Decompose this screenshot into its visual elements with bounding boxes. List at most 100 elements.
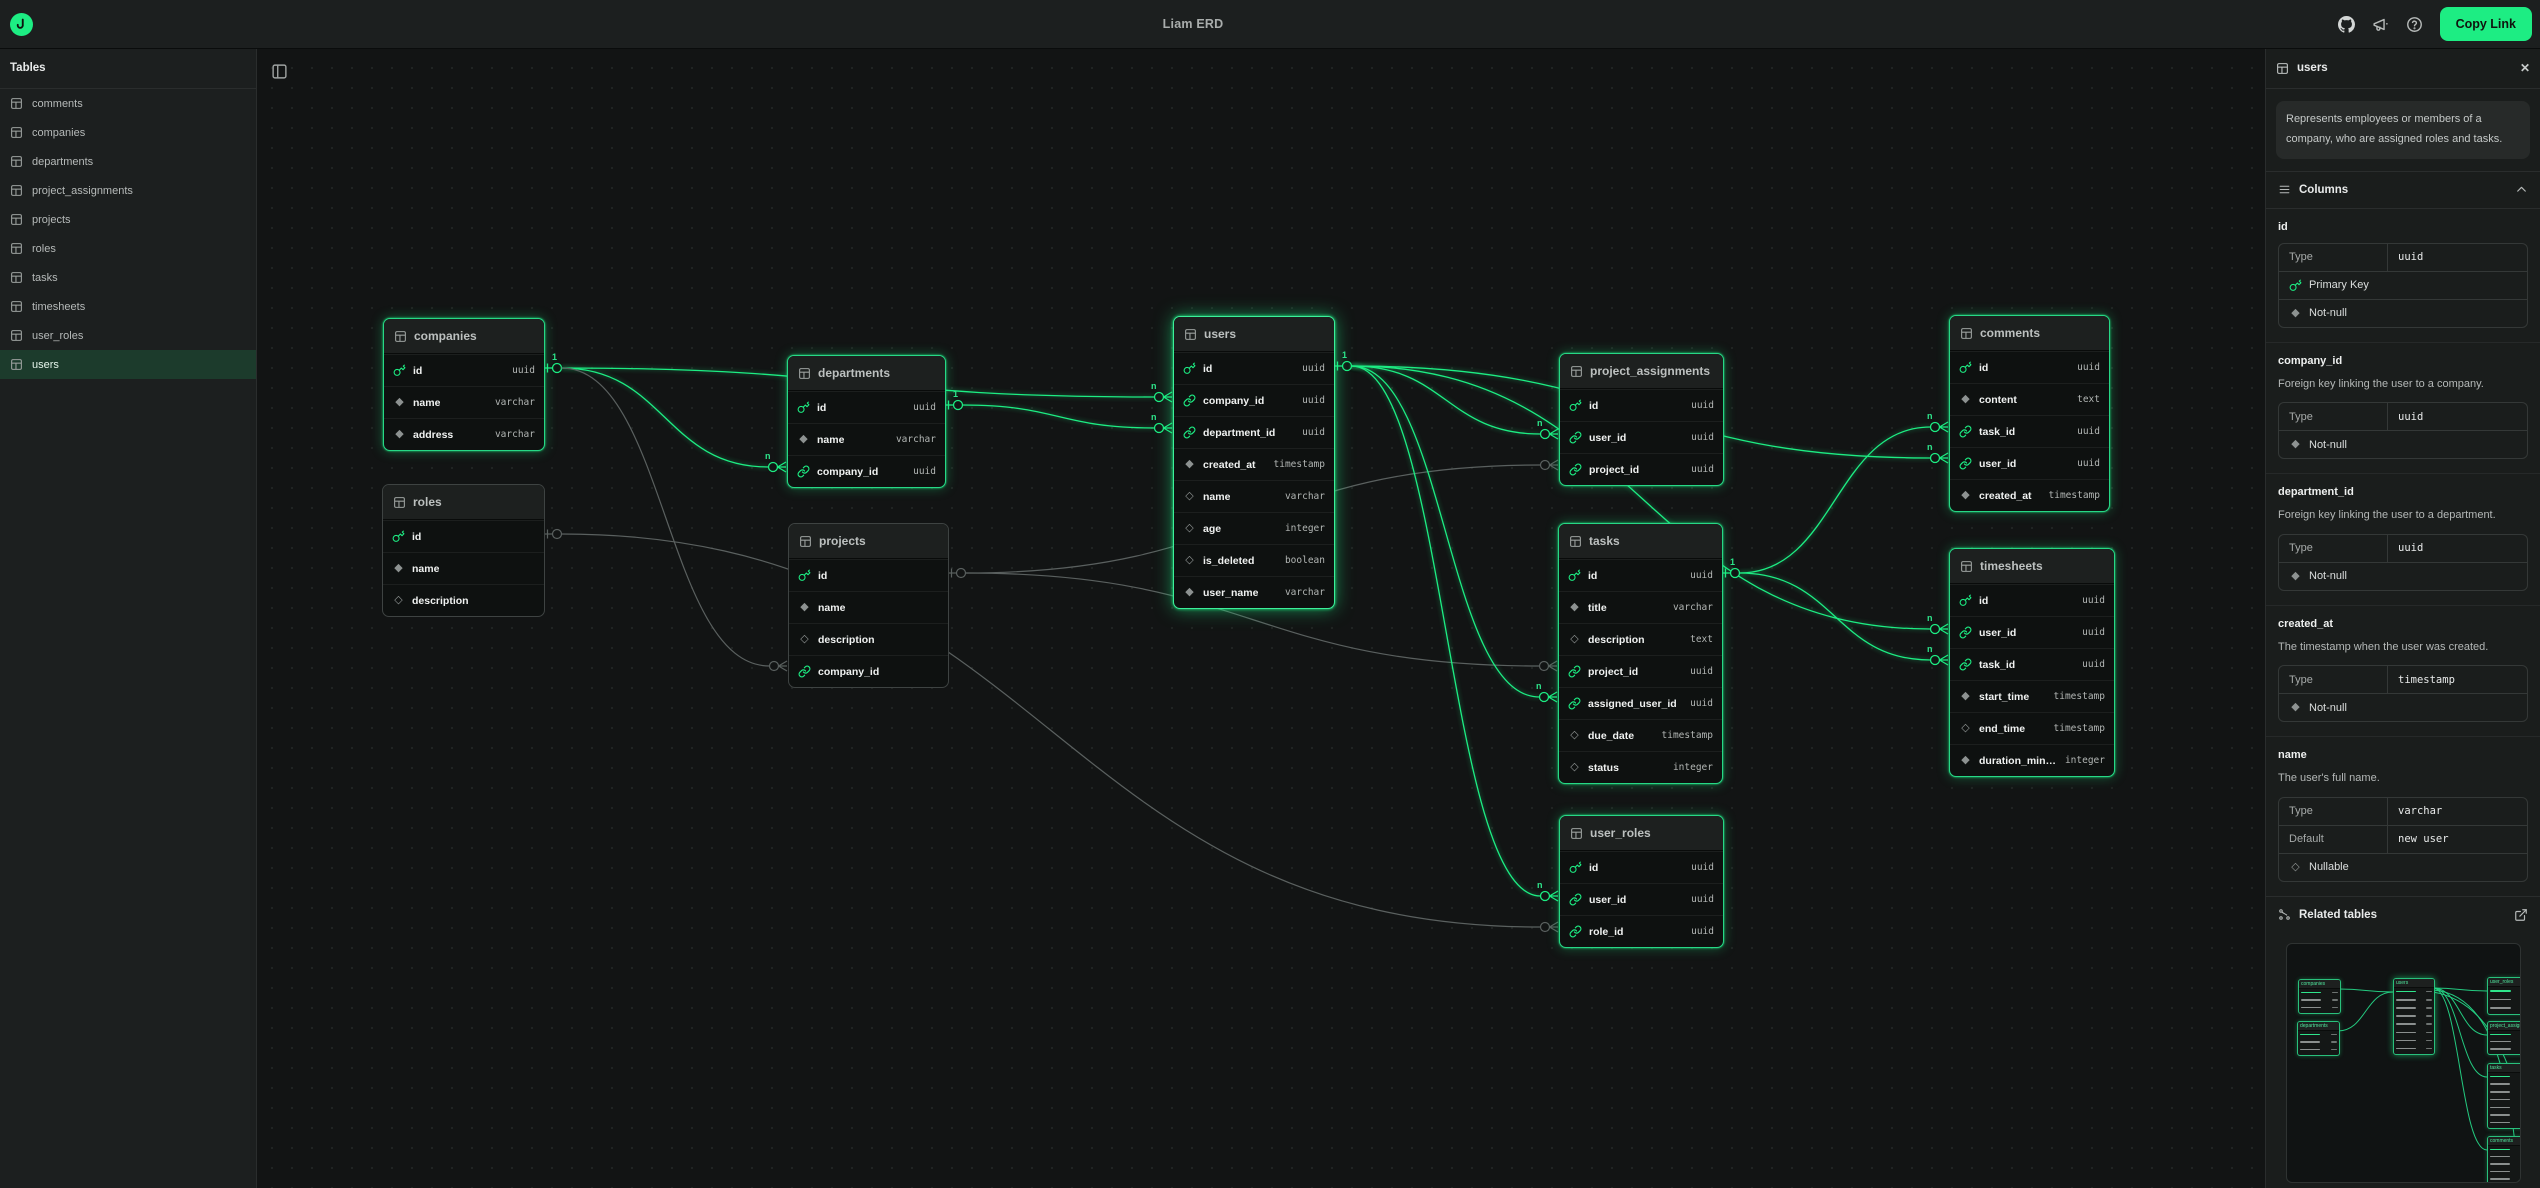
sidebar-item-label: tasks [32, 272, 58, 284]
sidebar-item-comments[interactable]: comments [0, 89, 256, 118]
erd-column-row: user_iduuid [1950, 447, 2109, 479]
sidebar-item-user_roles[interactable]: user_roles [0, 321, 256, 350]
minimap-table-tasks: tasks [2487, 1063, 2521, 1129]
sidebar-item-timesheets[interactable]: timesheets [0, 292, 256, 321]
columns-section-title: Columns [2299, 184, 2348, 196]
erd-column-row: id [789, 559, 948, 591]
erd-column-row: company_id [789, 655, 948, 687]
sidebar-item-users[interactable]: users [0, 350, 256, 379]
erd-column-row: ◆titlevarchar [1559, 591, 1722, 623]
sidebar-item-label: timesheets [32, 301, 85, 313]
top-bar: Liam ERD Copy Link [0, 0, 2540, 49]
copy-link-button[interactable]: Copy Link [2440, 7, 2532, 41]
erd-table-companies[interactable]: companies iduuid◆namevarchar◆addressvarch… [383, 318, 545, 451]
column-detail-department_id: department_idForeign key linking the use… [2266, 474, 2540, 605]
erd-table-name: timesheets [1980, 559, 2043, 573]
column-detail-created_at: created_atThe timestamp when the user wa… [2266, 606, 2540, 737]
erd-column-row: ◆user_namevarchar [1174, 576, 1334, 608]
sidebar-item-label: companies [32, 127, 85, 139]
sidebar-item-label: roles [32, 243, 56, 255]
related-tables-minimap[interactable]: companiesdepartmentsusersuser_rolesproje… [2286, 943, 2521, 1183]
erd-column-row: ◆created_attimestamp [1174, 448, 1334, 480]
sidebar-item-projects[interactable]: projects [0, 205, 256, 234]
erd-column-row: ◇namevarchar [1174, 480, 1334, 512]
erd-table-name: projects [819, 534, 866, 548]
sidebar-item-label: user_roles [32, 330, 83, 342]
erd-table-users[interactable]: users iduuidcompany_iduuiddepartment_iduu… [1173, 316, 1335, 609]
minimap-table-comments: comments [2487, 1136, 2521, 1183]
erd-column-row: iduuid [1559, 559, 1722, 591]
sidebar-item-roles[interactable]: roles [0, 234, 256, 263]
erd-table-name: user_roles [1590, 826, 1651, 840]
erd-column-row: ◇ageinteger [1174, 512, 1334, 544]
erd-column-row: ◆name [789, 591, 948, 623]
related-tables-title: Related tables [2299, 909, 2377, 921]
erd-column-row: company_iduuid [1174, 384, 1334, 416]
erd-column-row: iduuid [1560, 851, 1723, 883]
erd-table-project_assignments[interactable]: project_assignmentsiduuiduser_iduuidproj… [1559, 353, 1724, 486]
erd-column-row: project_iduuid [1559, 655, 1722, 687]
erd-column-row: user_iduuid [1560, 421, 1723, 453]
page-title: Liam ERD [1163, 17, 1224, 31]
column-detail-name: nameThe user's full name.TypevarcharDefa… [2266, 737, 2540, 896]
columns-list-icon [2278, 183, 2291, 196]
panel-table-name: users [2297, 62, 2328, 74]
sidebar-item-companies[interactable]: companies [0, 118, 256, 147]
erd-table-departments[interactable]: departmentsiduuid◆namevarcharcompany_idu… [787, 355, 946, 488]
sidebar-item-label: projects [32, 214, 71, 226]
close-icon[interactable]: ✕ [2520, 61, 2530, 75]
minimap-table-user_roles: user_roles [2487, 977, 2521, 1015]
erd-table-name: users [1204, 327, 1236, 341]
table-icon [2276, 62, 2289, 75]
erd-column-row: ◆namevarchar [788, 423, 945, 455]
erd-table-timesheets[interactable]: timesheetsiduuiduser_iduuidtask_iduuid◆s… [1949, 548, 2115, 777]
erd-column-row: task_iduuid [1950, 648, 2114, 680]
sidebar-item-tasks[interactable]: tasks [0, 263, 256, 292]
open-diagram-icon[interactable] [2514, 908, 2528, 922]
sidebar-item-departments[interactable]: departments [0, 147, 256, 176]
sidebar-item-project_assignments[interactable]: project_assignments [0, 176, 256, 205]
erd-table-comments[interactable]: commentsiduuid◆contenttexttask_iduuiduse… [1949, 315, 2110, 512]
erd-column-row: ◇due_datetimestamp [1559, 719, 1722, 751]
erd-column-row: user_iduuid [1950, 616, 2114, 648]
column-detail-company_id: company_idForeign key linking the user t… [2266, 343, 2540, 474]
erd-column-row: ◇is_deletedboolean [1174, 544, 1334, 576]
erd-table-name: tasks [1589, 534, 1620, 548]
erd-column-row: ◇description [789, 623, 948, 655]
erd-table-name: companies [414, 329, 477, 343]
erd-column-row: iduuid [788, 391, 945, 423]
sidebar-item-label: project_assignments [32, 185, 133, 197]
github-icon[interactable] [2338, 15, 2356, 33]
erd-table-name: roles [413, 495, 442, 509]
erd-table-user_roles[interactable]: user_rolesiduuiduser_iduuidrole_iduuid [1559, 815, 1724, 948]
erd-table-roles[interactable]: rolesid◆name◇description [382, 484, 545, 617]
erd-column-row: ◇statusinteger [1559, 751, 1722, 783]
erd-column-row: ◆addressvarchar [384, 418, 544, 450]
sidebar-title: Tables [0, 48, 256, 89]
erd-column-row: iduuid [384, 354, 544, 386]
erd-column-row: ◆namevarchar [384, 386, 544, 418]
erd-column-row: iduuid [1174, 352, 1334, 384]
help-icon[interactable] [2406, 15, 2424, 33]
liam-logo-icon[interactable] [10, 13, 33, 36]
minimap-table-companies: companies [2298, 979, 2341, 1014]
erd-column-row: ◆start_timetimestamp [1950, 680, 2114, 712]
minimap-table-project_assignme...: project_assignme... [2487, 1021, 2521, 1055]
minimap-table-departments: departments [2297, 1021, 2340, 1056]
erd-column-row: ◇descriptiontext [1559, 623, 1722, 655]
tables-sidebar: Tables comments companies departments proje… [0, 48, 257, 1188]
erd-column-row: project_iduuid [1560, 453, 1723, 485]
erd-table-name: project_assignments [1590, 364, 1710, 378]
erd-column-row: ◇end_timetimestamp [1950, 712, 2114, 744]
sidebar-item-label: comments [32, 98, 83, 110]
sidebar-item-label: users [32, 359, 59, 371]
sidebar-toggle-icon[interactable] [268, 60, 290, 82]
erd-column-row: id [383, 520, 544, 552]
erd-table-tasks[interactable]: tasks iduuid◆titlevarchar◇descriptiontext… [1558, 523, 1723, 784]
erd-column-row: company_iduuid [788, 455, 945, 487]
erd-column-row: ◆created_attimestamp [1950, 479, 2109, 511]
chevron-up-icon[interactable] [2515, 183, 2528, 196]
megaphone-icon[interactable] [2372, 15, 2390, 33]
erd-column-row: department_iduuid [1174, 416, 1334, 448]
erd-table-projects[interactable]: projects id◆name◇descriptioncompany_id [788, 523, 949, 688]
